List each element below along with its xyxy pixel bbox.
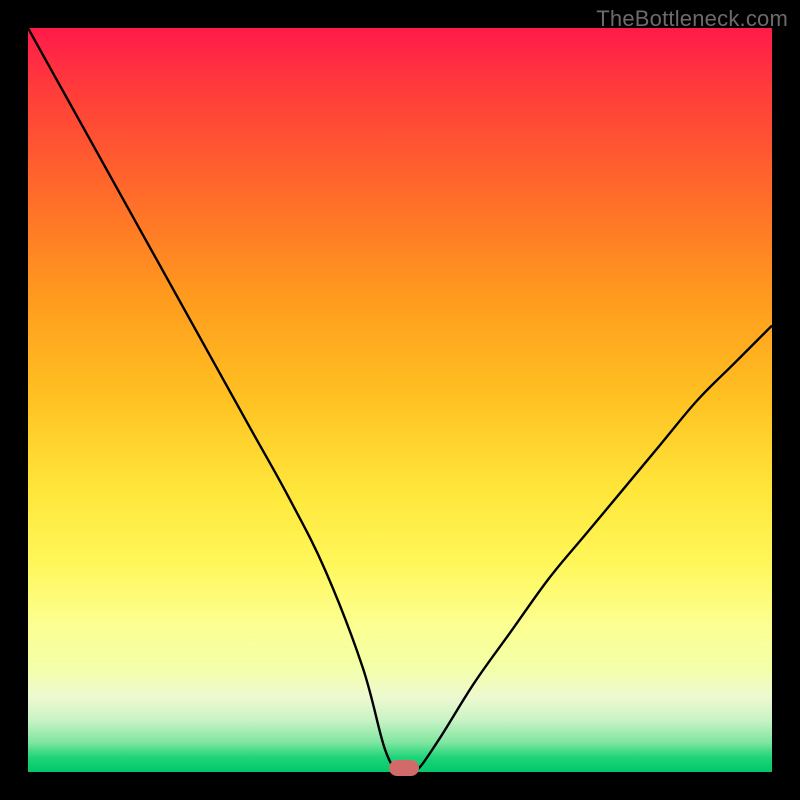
bottleneck-curve <box>28 28 772 772</box>
plot-area <box>28 28 772 772</box>
optimal-marker <box>389 760 419 776</box>
watermark-text: TheBottleneck.com <box>596 6 788 32</box>
curve-path <box>28 28 772 772</box>
chart-stage: TheBottleneck.com <box>0 0 800 800</box>
